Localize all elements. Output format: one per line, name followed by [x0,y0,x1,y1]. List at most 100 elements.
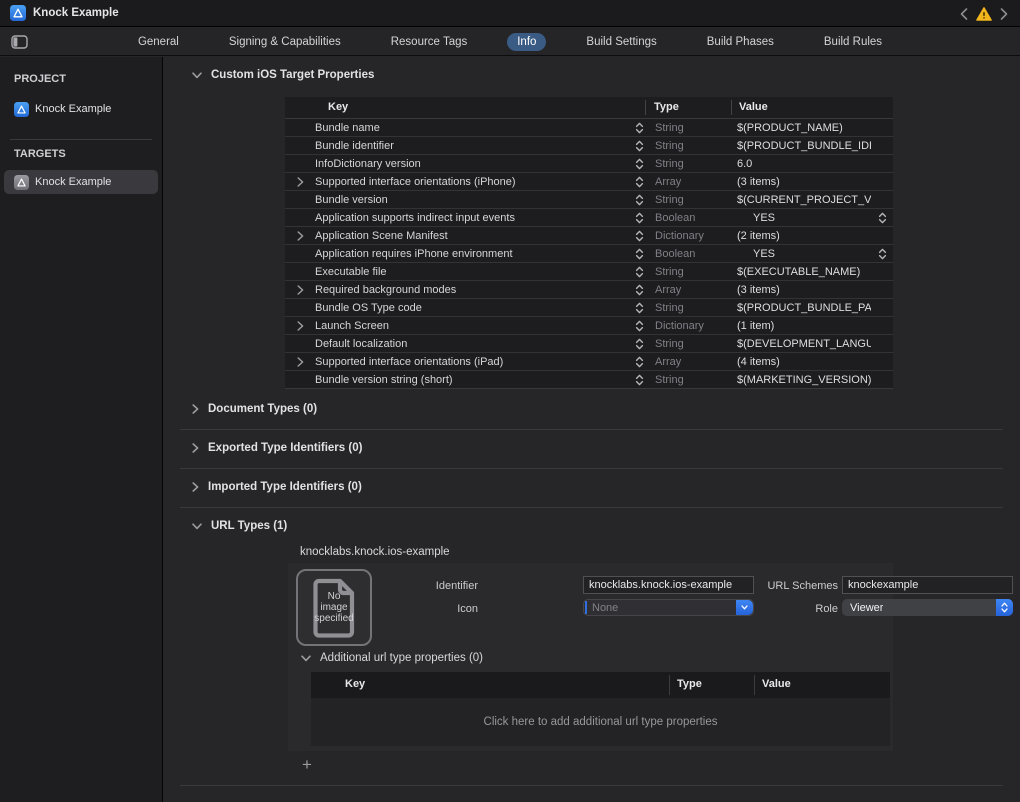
property-key[interactable]: InfoDictionary version [315,158,630,170]
key-stepper-icon[interactable] [630,230,648,242]
property-row[interactable]: Supported interface orientations (iPad) … [285,353,893,371]
disclosure-chevron-icon[interactable] [285,285,315,295]
key-stepper-icon[interactable] [630,248,648,260]
value-stepper-icon[interactable] [871,212,893,224]
property-row[interactable]: Bundle name String $(PRODUCT_NAME) [285,119,893,137]
role-dropdown[interactable]: Viewer [842,599,1013,616]
property-key[interactable]: Bundle version [315,194,630,206]
property-row[interactable]: InfoDictionary version String 6.0 [285,155,893,173]
property-value[interactable]: $(PRODUCT_NAME) [734,122,871,134]
property-row[interactable]: Executable file String $(EXECUTABLE_NAME… [285,263,893,281]
editor-tab[interactable]: Build Settings [576,33,666,51]
key-stepper-icon[interactable] [630,374,648,386]
property-value[interactable]: (1 item) [734,320,871,332]
warning-badge-icon[interactable] [976,7,992,21]
property-key[interactable]: Application supports indirect input even… [315,212,630,224]
property-key[interactable]: Bundle OS Type code [315,302,630,314]
sidebar-item-project[interactable]: Knock Example [4,97,158,121]
property-type[interactable]: Boolean [648,212,734,224]
section-custom-ios-target-properties[interactable]: Custom iOS Target Properties [192,69,374,81]
url-schemes-input[interactable]: knockexample [842,576,1013,594]
sidebar-toggle-icon[interactable] [9,34,29,50]
property-type[interactable]: String [648,194,734,206]
property-key[interactable]: Required background modes [315,284,630,296]
editor-tab[interactable]: Build Rules [814,33,892,51]
editor-tab[interactable]: Build Phases [697,33,784,51]
key-stepper-icon[interactable] [630,212,648,224]
property-row[interactable]: Supported interface orientations (iPhone… [285,173,893,191]
property-key[interactable]: Bundle version string (short) [315,374,630,386]
property-value[interactable]: YES [734,248,871,260]
disclosure-chevron-icon[interactable] [285,177,315,187]
property-row[interactable]: Application supports indirect input even… [285,209,893,227]
property-row[interactable]: Application requires iPhone environment … [285,245,893,263]
key-stepper-icon[interactable] [630,302,648,314]
value-stepper-icon[interactable] [871,248,893,260]
property-value[interactable]: (4 items) [734,356,871,368]
key-stepper-icon[interactable] [630,356,648,368]
property-type[interactable]: String [648,266,734,278]
section-url-types[interactable]: URL Types (1) [192,520,287,532]
property-key[interactable]: Application Scene Manifest [315,230,630,242]
key-stepper-icon[interactable] [630,158,648,170]
property-row[interactable]: Bundle version string (short) String $(M… [285,371,893,389]
property-key[interactable]: Launch Screen [315,320,630,332]
key-stepper-icon[interactable] [630,266,648,278]
section-document-types[interactable]: Document Types (0) [192,403,317,415]
property-type[interactable]: String [648,338,734,350]
key-stepper-icon[interactable] [630,122,648,134]
property-key[interactable]: Default localization [315,338,630,350]
property-row[interactable]: Bundle version String $(CURRENT_PROJECT_… [285,191,893,209]
property-row[interactable]: Application Scene Manifest Dictionary (2… [285,227,893,245]
property-value[interactable]: $(MARKETING_VERSION) [734,374,871,386]
add-property-hint-row[interactable]: Click here to add additional url type pr… [311,698,890,746]
sidebar-item-target[interactable]: Knock Example [4,170,158,194]
disclosure-chevron-icon[interactable] [285,357,315,367]
key-stepper-icon[interactable] [630,338,648,350]
key-stepper-icon[interactable] [630,284,648,296]
property-type[interactable]: Array [648,356,734,368]
property-value[interactable]: $(PRODUCT_BUNDLE_IDENT [734,140,871,152]
disclosure-chevron-icon[interactable] [285,231,315,241]
key-stepper-icon[interactable] [630,194,648,206]
section-additional-url-type-properties[interactable]: Additional url type properties (0) [301,652,483,664]
navigate-forward-icon[interactable] [1000,8,1008,20]
editor-tab[interactable]: Info [507,33,546,51]
property-type[interactable]: Dictionary [648,320,734,332]
editor-tab[interactable]: Resource Tags [381,33,478,51]
key-stepper-icon[interactable] [630,320,648,332]
property-row[interactable]: Bundle OS Type code String $(PRODUCT_BUN… [285,299,893,317]
property-type[interactable]: String [648,158,734,170]
property-type[interactable]: Boolean [648,248,734,260]
property-row[interactable]: Launch Screen Dictionary (1 item) [285,317,893,335]
property-type[interactable]: Dictionary [648,230,734,242]
url-type-image-well[interactable]: Noimagespecified [296,569,372,646]
navigate-back-icon[interactable] [960,8,968,20]
editor-tab[interactable]: Signing & Capabilities [219,33,351,51]
property-row[interactable]: Default localization String $(DEVELOPMEN… [285,335,893,353]
property-type[interactable]: String [648,140,734,152]
property-value[interactable]: $(PRODUCT_BUNDLE_PACKA [734,302,871,314]
property-value[interactable]: (2 items) [734,230,871,242]
add-url-type-button[interactable]: + [298,757,316,775]
editor-tab[interactable]: General [128,33,189,51]
property-value[interactable]: 6.0 [734,158,871,170]
property-value[interactable]: (3 items) [734,284,871,296]
property-key[interactable]: Bundle identifier [315,140,630,152]
property-key[interactable]: Application requires iPhone environment [315,248,630,260]
key-stepper-icon[interactable] [630,176,648,188]
property-type[interactable]: String [648,302,734,314]
property-key[interactable]: Supported interface orientations (iPad) [315,356,630,368]
section-imported-type-identifiers[interactable]: Imported Type Identifiers (0) [192,481,362,493]
section-exported-type-identifiers[interactable]: Exported Type Identifiers (0) [192,442,362,454]
property-row[interactable]: Bundle identifier String $(PRODUCT_BUNDL… [285,137,893,155]
property-value[interactable]: $(CURRENT_PROJECT_VERS [734,194,871,206]
property-key[interactable]: Supported interface orientations (iPhone… [315,176,630,188]
property-key[interactable]: Executable file [315,266,630,278]
property-value[interactable]: (3 items) [734,176,871,188]
icon-dropdown[interactable]: None [583,599,754,616]
property-type[interactable]: String [648,122,734,134]
property-type[interactable]: Array [648,176,734,188]
property-value[interactable]: $(DEVELOPMENT_LANGUAGI [734,338,871,350]
property-row[interactable]: Required background modes Array (3 items… [285,281,893,299]
